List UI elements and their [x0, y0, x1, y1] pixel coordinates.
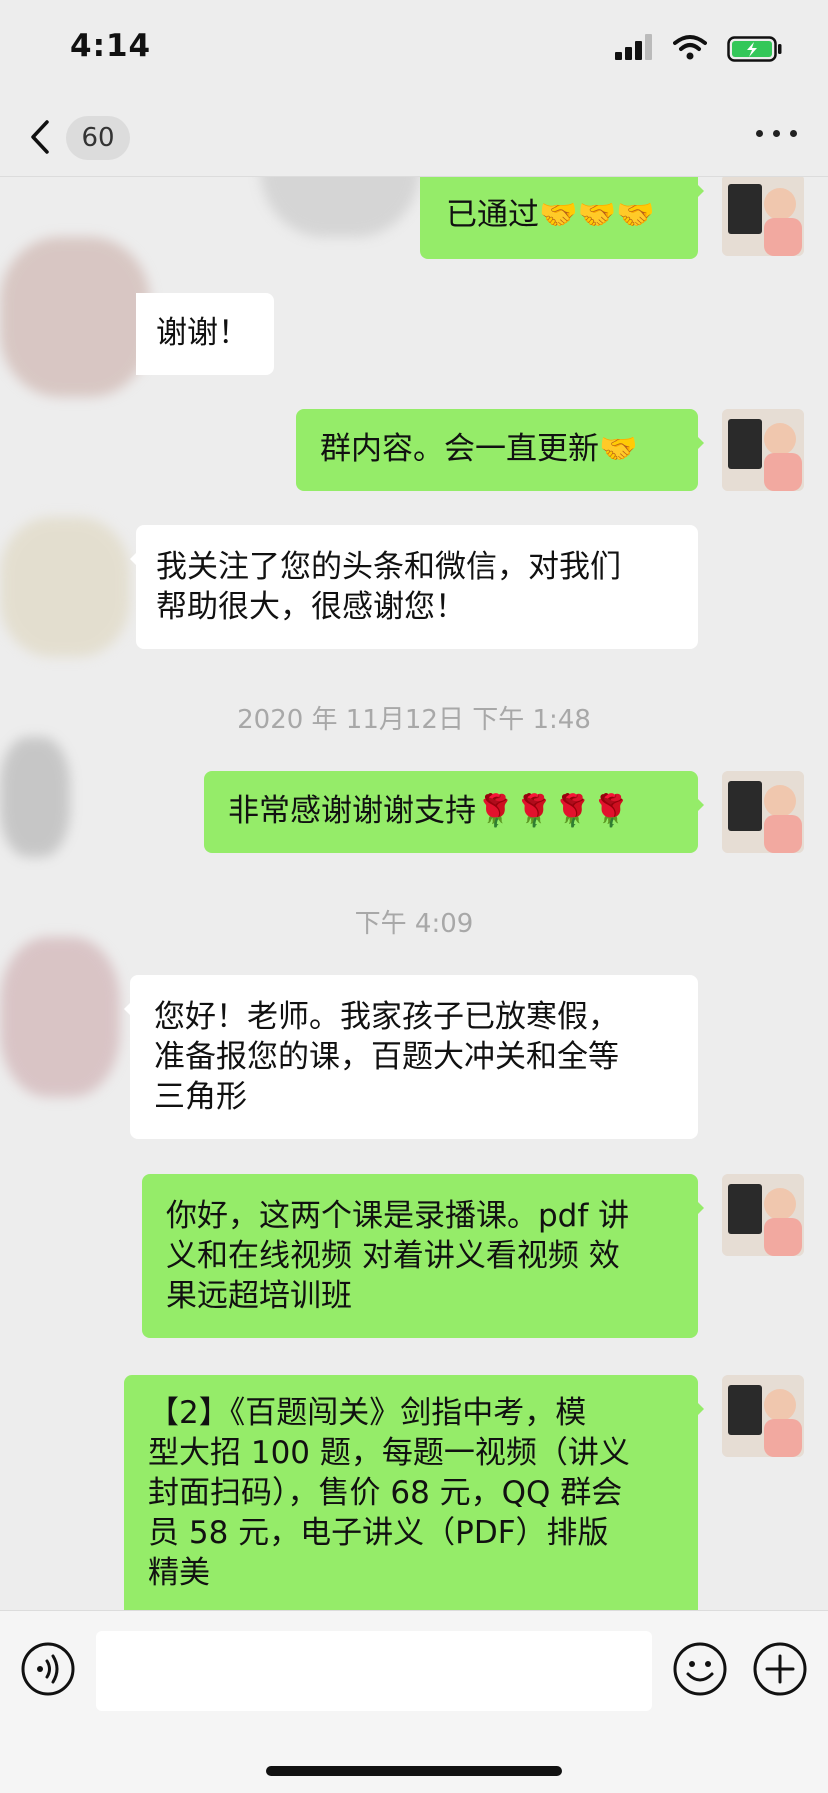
- message-bubble-sent[interactable]: 已通过🤝🤝🤝: [420, 177, 704, 259]
- message-text-line: 我关注了您的头条和微信，对我们: [156, 549, 621, 585]
- avatar[interactable]: [722, 409, 804, 491]
- message-text: 非常感谢谢谢支持🌹🌹🌹🌹: [228, 793, 631, 829]
- smudge-mark: [0, 237, 150, 397]
- message-text-line: 【2】《百题闯关》剑指中考，模: [148, 1395, 587, 1431]
- avatar[interactable]: [722, 177, 804, 256]
- message-text-line: 封面扫码），售价 68 元，QQ 群会: [148, 1475, 623, 1511]
- avatar-image: [722, 177, 804, 256]
- message-text-line: 果远超培训班: [166, 1278, 352, 1314]
- status-bar: 4:14: [0, 0, 828, 100]
- message-bubble-sent[interactable]: 群内容。会一直更新🤝: [296, 409, 704, 491]
- status-icons: [615, 34, 790, 64]
- message-input[interactable]: [96, 1631, 652, 1711]
- avatar-image: [722, 1375, 804, 1457]
- signal-icon: [615, 34, 653, 60]
- message-text-line: 型大招 100 题，每题一视频（讲义: [148, 1435, 630, 1471]
- smudge-mark: [260, 177, 420, 237]
- message-text-line: 您好！老师。我家孩子已放寒假，: [154, 999, 619, 1035]
- message-bubble-received[interactable]: 谢谢！: [136, 293, 274, 375]
- message-text: 群内容。会一直更新🤝: [320, 431, 638, 467]
- message-text-line: 精美: [148, 1555, 210, 1591]
- message-text-line: 三角形: [154, 1079, 247, 1115]
- smudge-mark: [0, 737, 70, 857]
- battery-charging-icon: [727, 36, 782, 62]
- smudge-mark: [0, 937, 120, 1097]
- message-text: 已通过🤝🤝🤝: [446, 197, 655, 233]
- message-text-line: 员 58 元，电子讲义（PDF）排版: [148, 1515, 609, 1551]
- message-bubble-sent[interactable]: 你好，这两个课是录播课。pdf 讲 义和在线视频 对着讲义看视频 效 果远超培训…: [142, 1174, 704, 1338]
- chat-messages[interactable]: 已通过🤝🤝🤝 谢谢！ 群内容。会一直更新🤝 我关注了您的头条和微信，对我们 帮助…: [0, 177, 828, 1610]
- avatar[interactable]: [722, 1375, 804, 1457]
- message-bubble-sent[interactable]: 【2】《百题闯关》剑指中考，模 型大招 100 题，每题一视频（讲义 封面扫码）…: [124, 1375, 704, 1610]
- message-text-line: 义和在线视频 对着讲义看视频 效: [166, 1238, 620, 1274]
- more-dots-icon[interactable]: [756, 124, 798, 140]
- back-chevron-icon: [31, 120, 49, 154]
- avatar[interactable]: [722, 1174, 804, 1256]
- avatar-image: [722, 409, 804, 491]
- message-timestamp: 下午 4:09: [354, 909, 474, 939]
- wifi-icon: [673, 35, 707, 60]
- avatar[interactable]: [722, 771, 804, 853]
- avatar-image: [722, 1174, 804, 1256]
- message-timestamp: 2020 年 11月12日 下午 1:48: [237, 705, 591, 735]
- chat-header: 60: [0, 100, 828, 177]
- home-indicator[interactable]: [266, 1766, 562, 1776]
- message-bubble-received[interactable]: 您好！老师。我家孩子已放寒假， 准备报您的课，百题大冲关和全等 三角形: [124, 975, 698, 1139]
- status-time: 4:14: [70, 28, 152, 64]
- unread-count-badge: 60: [66, 116, 130, 160]
- message-text: 谢谢！: [156, 315, 249, 351]
- message-text-line: 帮助很大，很感谢您！: [156, 589, 466, 625]
- plus-icon[interactable]: [752, 1641, 808, 1697]
- emoji-icon[interactable]: [672, 1641, 728, 1697]
- back-button[interactable]: 60: [26, 110, 136, 164]
- message-text-line: 准备报您的课，百题大冲关和全等: [154, 1039, 619, 1075]
- smudge-mark: [0, 517, 130, 657]
- message-bubble-sent[interactable]: 非常感谢谢谢支持🌹🌹🌹🌹: [204, 771, 704, 853]
- voice-icon[interactable]: [20, 1641, 76, 1697]
- message-bubble-received[interactable]: 我关注了您的头条和微信，对我们 帮助很大，很感谢您！: [130, 525, 698, 649]
- message-text-line: 你好，这两个课是录播课。pdf 讲: [166, 1198, 630, 1234]
- avatar-image: [722, 771, 804, 853]
